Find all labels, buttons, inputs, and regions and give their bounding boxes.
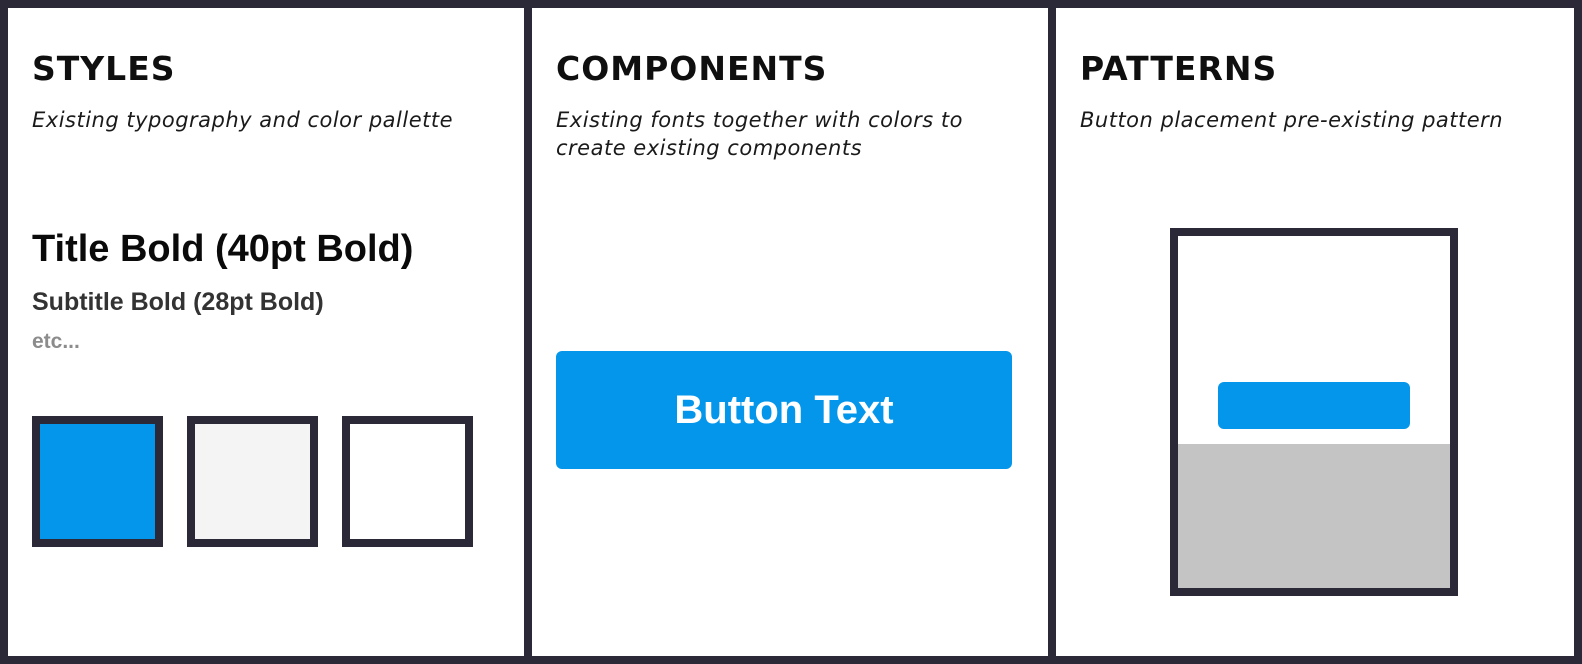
color-swatch-white — [342, 416, 473, 547]
sample-button[interactable]: Button Text — [556, 351, 1012, 469]
subtitle-type-sample: Subtitle Bold (28pt Bold) — [32, 288, 324, 316]
design-system-board: STYLES Existing typography and color pal… — [0, 0, 1582, 664]
sample-button-label: Button Text — [674, 387, 894, 432]
patterns-panel: PATTERNS Button placement pre-existing p… — [1056, 8, 1574, 656]
components-panel: COMPONENTS Existing fonts together with … — [532, 8, 1048, 656]
screen-bottom-area — [1178, 444, 1450, 588]
color-swatch-light-gray — [187, 416, 318, 547]
components-heading: COMPONENTS — [556, 49, 828, 88]
title-type-sample: Title Bold (40pt Bold) — [32, 228, 414, 270]
patterns-heading: PATTERNS — [1080, 49, 1278, 88]
styles-panel: STYLES Existing typography and color pal… — [8, 8, 524, 656]
screen-mockup — [1170, 228, 1458, 596]
etc-type-sample: etc... — [32, 330, 80, 353]
placed-button[interactable] — [1218, 382, 1410, 429]
styles-heading: STYLES — [32, 49, 176, 88]
styles-description: Existing typography and color pallette — [32, 108, 454, 132]
patterns-description: Button placement pre-existing pattern — [1080, 108, 1504, 132]
color-swatch-blue — [32, 416, 163, 547]
components-description: Existing fonts together with colors to c… — [556, 108, 963, 160]
